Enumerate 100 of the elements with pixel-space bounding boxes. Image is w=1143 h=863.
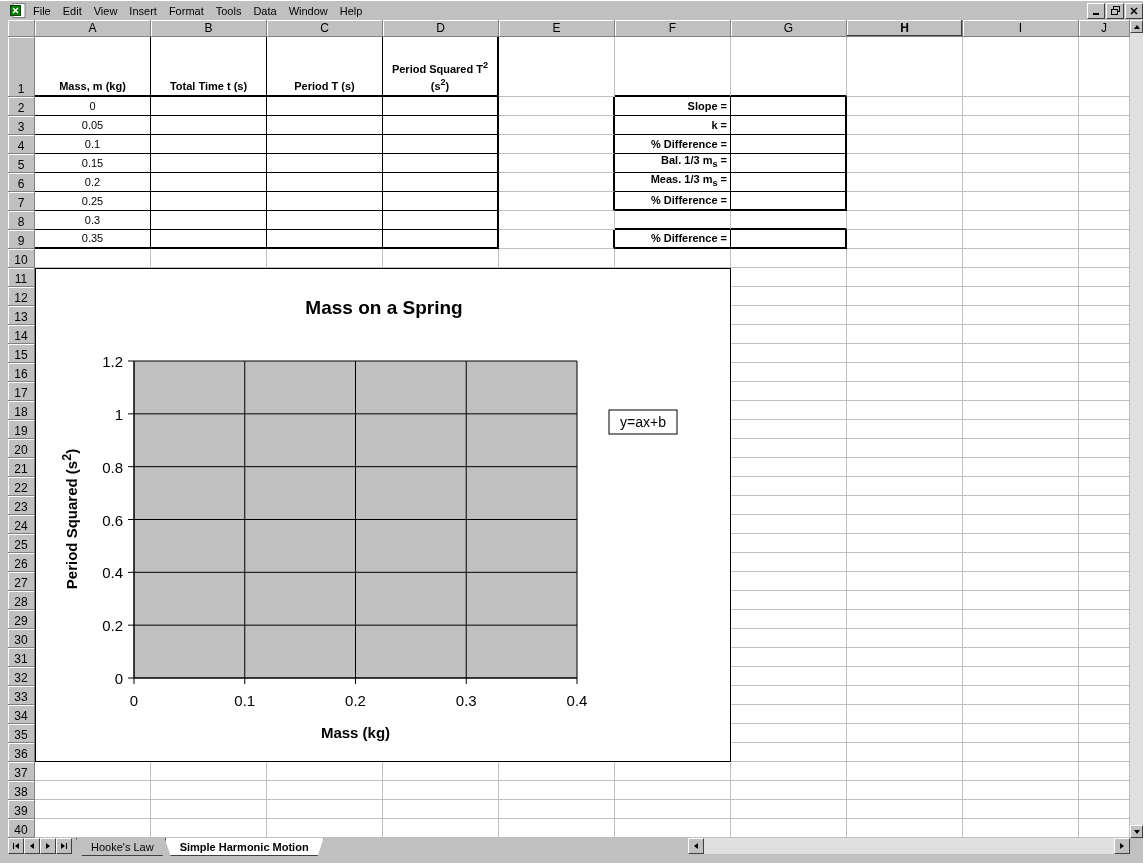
column-heading[interactable]: A xyxy=(35,20,151,37)
first-sheet-button[interactable] xyxy=(8,838,24,854)
row-heading[interactable]: 8 xyxy=(8,211,35,230)
row-heading[interactable]: 22 xyxy=(8,477,35,496)
row-heading[interactable]: 28 xyxy=(8,591,35,610)
row-heading[interactable]: 26 xyxy=(8,553,35,572)
empty-cell[interactable] xyxy=(731,230,847,249)
row-heading[interactable]: 1 xyxy=(8,37,35,97)
empty-cell[interactable] xyxy=(151,230,267,249)
previous-sheet-button[interactable] xyxy=(24,838,40,854)
empty-cell[interactable] xyxy=(151,135,267,154)
close-button[interactable] xyxy=(1125,2,1143,19)
empty-cell[interactable] xyxy=(267,173,383,192)
minimize-button[interactable] xyxy=(1087,2,1105,19)
row-heading[interactable]: 27 xyxy=(8,572,35,591)
empty-cell[interactable] xyxy=(731,97,847,116)
sheet-tab[interactable]: Simple Harmonic Motion xyxy=(164,838,324,856)
menu-item[interactable]: Tools xyxy=(210,4,247,17)
row-heading[interactable]: 3 xyxy=(8,116,35,135)
empty-cell[interactable] xyxy=(731,192,847,211)
row-heading[interactable]: 2 xyxy=(8,97,35,116)
row-heading[interactable]: 9 xyxy=(8,230,35,249)
empty-cell[interactable] xyxy=(499,97,615,116)
column-heading[interactable]: H xyxy=(847,20,963,37)
row-heading[interactable]: 11 xyxy=(8,268,35,287)
empty-cell[interactable] xyxy=(151,154,267,173)
empty-cell[interactable] xyxy=(151,192,267,211)
menu-item[interactable]: Window xyxy=(283,4,333,17)
row-heading[interactable]: 4 xyxy=(8,135,35,154)
empty-cell[interactable] xyxy=(383,192,499,211)
menu-item[interactable]: Format xyxy=(163,4,209,17)
row-heading[interactable]: 25 xyxy=(8,534,35,553)
empty-cell[interactable] xyxy=(151,97,267,116)
horizontal-scrollbar[interactable] xyxy=(688,838,1130,854)
row-heading[interactable]: 35 xyxy=(8,724,35,743)
empty-cell[interactable] xyxy=(267,154,383,173)
empty-cell[interactable] xyxy=(151,116,267,135)
column-heading[interactable]: E xyxy=(499,20,615,37)
row-heading[interactable]: 20 xyxy=(8,439,35,458)
column-heading[interactable]: D xyxy=(383,20,499,37)
empty-cell[interactable] xyxy=(499,230,615,249)
empty-cell[interactable] xyxy=(267,230,383,249)
empty-cell[interactable] xyxy=(731,116,847,135)
empty-cell[interactable] xyxy=(383,135,499,154)
row-heading[interactable]: 23 xyxy=(8,496,35,515)
row-heading[interactable]: 5 xyxy=(8,154,35,173)
menu-item[interactable]: Help xyxy=(334,4,368,17)
row-heading[interactable]: 6 xyxy=(8,173,35,192)
empty-cell[interactable] xyxy=(383,116,499,135)
row-heading[interactable]: 17 xyxy=(8,382,35,401)
row-heading[interactable]: 7 xyxy=(8,192,35,211)
empty-cell[interactable] xyxy=(499,173,615,192)
column-heading[interactable]: F xyxy=(615,20,731,37)
column-heading[interactable]: I xyxy=(963,20,1079,37)
empty-cell[interactable] xyxy=(383,154,499,173)
empty-cell[interactable] xyxy=(383,230,499,249)
row-heading[interactable]: 15 xyxy=(8,344,35,363)
empty-cell[interactable] xyxy=(499,116,615,135)
empty-cell[interactable] xyxy=(267,211,383,230)
empty-cell[interactable] xyxy=(267,116,383,135)
menu-item[interactable]: File xyxy=(28,4,56,17)
empty-cell[interactable] xyxy=(383,173,499,192)
menu-item[interactable]: Insert xyxy=(124,4,162,17)
row-heading[interactable]: 19 xyxy=(8,420,35,439)
empty-cell[interactable] xyxy=(731,173,847,192)
row-heading[interactable]: 10 xyxy=(8,249,35,268)
empty-cell[interactable] xyxy=(499,135,615,154)
empty-cell[interactable] xyxy=(267,135,383,154)
row-heading[interactable]: 37 xyxy=(8,762,35,781)
empty-cell[interactable] xyxy=(151,173,267,192)
empty-cell[interactable] xyxy=(731,135,847,154)
row-heading[interactable]: 31 xyxy=(8,648,35,667)
empty-cell[interactable] xyxy=(499,192,615,211)
row-heading[interactable]: 18 xyxy=(8,401,35,420)
row-heading[interactable]: 34 xyxy=(8,705,35,724)
next-sheet-button[interactable] xyxy=(40,838,56,854)
empty-cell[interactable] xyxy=(267,192,383,211)
select-all-button[interactable] xyxy=(8,20,35,37)
row-heading[interactable]: 33 xyxy=(8,686,35,705)
column-heading[interactable]: C xyxy=(267,20,383,37)
row-heading[interactable]: 32 xyxy=(8,667,35,686)
row-heading[interactable]: 12 xyxy=(8,287,35,306)
menu-item[interactable]: Data xyxy=(248,4,282,17)
row-heading[interactable]: 29 xyxy=(8,610,35,629)
empty-cell[interactable] xyxy=(267,97,383,116)
vertical-scrollbar[interactable] xyxy=(1130,20,1143,838)
empty-cell[interactable] xyxy=(383,97,499,116)
row-heading[interactable]: 14 xyxy=(8,325,35,344)
row-heading[interactable]: 39 xyxy=(8,800,35,819)
row-heading[interactable]: 40 xyxy=(8,819,35,838)
menu-item[interactable]: Edit xyxy=(57,4,87,17)
menu-item[interactable]: View xyxy=(88,4,123,17)
empty-cell[interactable] xyxy=(383,211,499,230)
column-heading[interactable]: G xyxy=(731,20,847,37)
row-heading[interactable]: 13 xyxy=(8,306,35,325)
empty-cell[interactable] xyxy=(499,154,615,173)
column-heading[interactable]: J xyxy=(1079,20,1130,37)
row-heading[interactable]: 24 xyxy=(8,515,35,534)
row-heading[interactable]: 38 xyxy=(8,781,35,800)
row-heading[interactable]: 21 xyxy=(8,458,35,477)
